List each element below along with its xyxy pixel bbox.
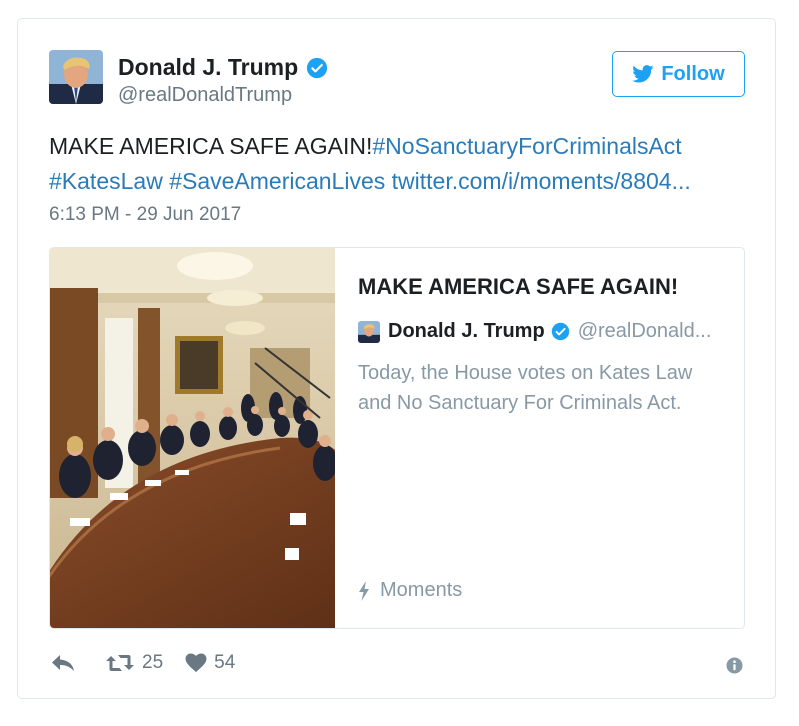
heart-icon bbox=[185, 653, 207, 673]
author-avatar[interactable] bbox=[49, 50, 103, 104]
moment-title[interactable]: MAKE AMERICA SAFE AGAIN! bbox=[358, 274, 678, 300]
author-name[interactable]: Donald J. Trump bbox=[118, 54, 298, 81]
retweet-icon bbox=[106, 655, 134, 671]
lightning-icon bbox=[359, 580, 369, 601]
reply-icon bbox=[52, 655, 74, 671]
moments-label: Moments bbox=[380, 579, 463, 601]
follow-button[interactable]: Follow bbox=[612, 51, 745, 97]
moment-author-name: Donald J. Trump bbox=[388, 320, 545, 342]
hashtag-link[interactable]: #SaveAmericanLives bbox=[169, 168, 385, 194]
moment-author-handle: @realDonald... bbox=[577, 320, 712, 342]
moments-label-row: Moments bbox=[358, 579, 462, 602]
retweet-button[interactable]: 25 bbox=[105, 652, 163, 674]
follow-label: Follow bbox=[661, 62, 725, 85]
moment-url-link[interactable]: twitter.com/i/moments/8804... bbox=[392, 168, 691, 194]
tweet-card: Donald J. Trump @realDonaldTrump Follow … bbox=[17, 18, 776, 699]
like-count: 54 bbox=[214, 652, 236, 673]
hashtag-link[interactable]: #NoSanctuaryForCriminalsAct bbox=[372, 133, 681, 159]
retweet-count: 25 bbox=[142, 652, 164, 673]
moment-description: Today, the House votes on Kates Law and … bbox=[358, 362, 693, 414]
moment-card[interactable]: MAKE AMERICA SAFE AGAIN! Donald J. Trump… bbox=[49, 247, 745, 629]
tweet-text-plain: MAKE AMERICA SAFE AGAIN! bbox=[49, 133, 373, 159]
moment-author-row: Donald J. Trump @realDonald... bbox=[388, 320, 711, 343]
hashtag-link[interactable]: #KatesLaw bbox=[49, 168, 163, 194]
author-name-row[interactable]: Donald J. Trump bbox=[118, 54, 328, 81]
verified-badge-icon bbox=[307, 57, 328, 78]
like-button[interactable]: 54 bbox=[185, 652, 235, 674]
moment-author-avatar bbox=[358, 321, 380, 343]
info-icon[interactable] bbox=[726, 657, 743, 674]
author-handle[interactable]: @realDonaldTrump bbox=[118, 84, 292, 107]
tweet-actions: 25 54 bbox=[51, 652, 235, 674]
reply-button[interactable] bbox=[51, 654, 75, 672]
verified-badge-icon bbox=[551, 322, 569, 341]
twitter-bird-icon bbox=[632, 65, 654, 83]
tweet-text: MAKE AMERICA SAFE AGAIN!#NoSanctuaryForC… bbox=[49, 129, 749, 199]
tweet-timestamp[interactable]: 6:13 PM - 29 Jun 2017 bbox=[49, 204, 241, 226]
cabinet-meeting-photo bbox=[50, 248, 335, 628]
